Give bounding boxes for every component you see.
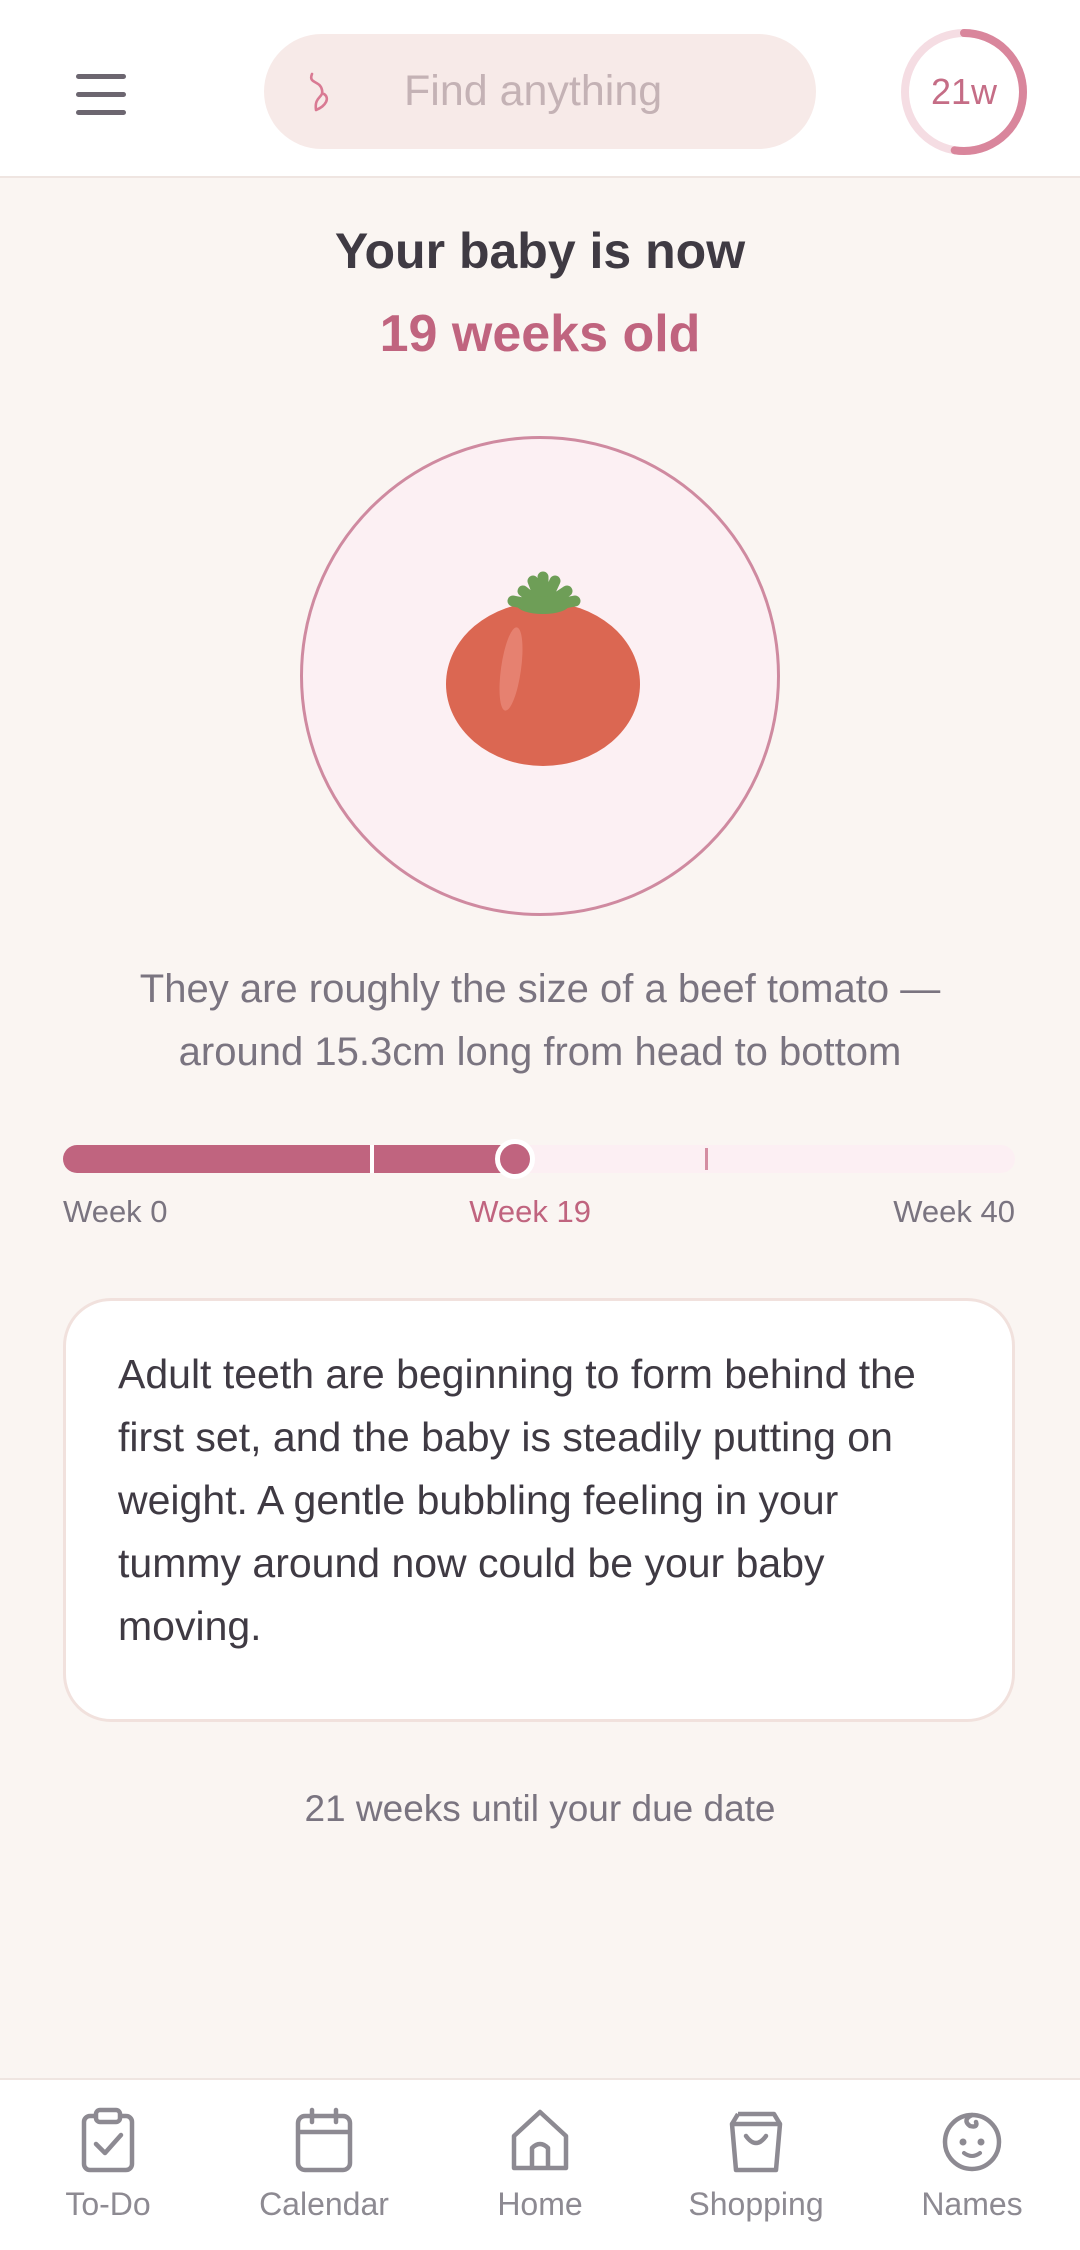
due-date-countdown: 21 weeks until your due date bbox=[304, 1788, 776, 1829]
week-start-label: Week 0 bbox=[63, 1194, 168, 1229]
pregnant-silhouette-icon bbox=[309, 72, 329, 112]
search-input[interactable]: Find anything bbox=[264, 34, 816, 149]
nav-label: Home bbox=[497, 2186, 583, 2222]
nav-label: Shopping bbox=[688, 2186, 824, 2222]
pregnancy-progress-bar[interactable] bbox=[63, 1139, 1015, 1179]
week-progress-badge[interactable]: 21w bbox=[896, 24, 1032, 160]
nav-label: Calendar bbox=[259, 2186, 389, 2222]
page-title: Your baby is now bbox=[334, 223, 746, 279]
hamburger-line bbox=[76, 109, 126, 115]
nav-item-home[interactable]: Home bbox=[432, 2080, 648, 2250]
nav-item-shopping[interactable]: Shopping bbox=[648, 2080, 864, 2250]
baby-age: 19 weeks old bbox=[379, 305, 701, 363]
calendar-icon bbox=[295, 2107, 353, 2173]
trimester-divider bbox=[370, 1145, 375, 1173]
clipboard-check-icon bbox=[81, 2107, 135, 2173]
bottom-navigation: To-Do Calendar Home Shopping Names bbox=[0, 2078, 1080, 2250]
trimester-divider bbox=[704, 1148, 708, 1170]
week-current-label: Week 19 bbox=[469, 1194, 591, 1229]
beef-tomato-icon bbox=[446, 571, 640, 766]
progress-fill bbox=[63, 1145, 516, 1173]
nav-item-todo[interactable]: To-Do bbox=[0, 2080, 216, 2250]
baby-face-icon bbox=[942, 2112, 1002, 2172]
home-icon bbox=[511, 2109, 569, 2171]
top-bar: Find anything 21w bbox=[0, 0, 1080, 178]
menu-button[interactable] bbox=[60, 56, 142, 132]
weekly-info-card: Adult teeth are beginning to form behind… bbox=[63, 1298, 1015, 1722]
nav-item-calendar[interactable]: Calendar bbox=[216, 2080, 432, 2250]
week-end-label: Week 40 bbox=[893, 1194, 1015, 1229]
size-description: They are roughly the size of a beef toma… bbox=[139, 967, 941, 1074]
shopping-bag-icon bbox=[729, 2111, 783, 2173]
weekly-info-text: Adult teeth are beginning to form behind… bbox=[118, 1351, 916, 1649]
hamburger-menu-icon bbox=[76, 73, 126, 79]
week-badge-label: 21w bbox=[930, 71, 998, 112]
size-comparison-circle bbox=[300, 436, 780, 916]
progress-handle[interactable] bbox=[495, 1139, 536, 1179]
nav-label: To-Do bbox=[65, 2186, 151, 2222]
nav-item-names[interactable]: Names bbox=[864, 2080, 1080, 2250]
nav-label: Names bbox=[921, 2186, 1023, 2222]
search-placeholder: Find anything bbox=[404, 67, 663, 115]
hamburger-line bbox=[76, 91, 126, 97]
